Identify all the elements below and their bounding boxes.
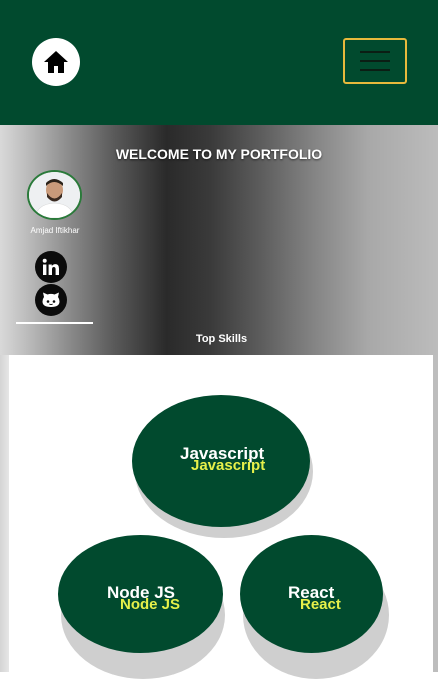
menu-bar-line	[360, 51, 390, 53]
panel-left-edge	[0, 355, 9, 672]
skill-react[interactable]: React React	[240, 535, 383, 653]
hamburger-menu-button[interactable]	[343, 38, 407, 84]
skills-panel: Javascript Javascript Node JS Node JS Re…	[9, 355, 433, 679]
skill-nodejs[interactable]: Node JS Node JS	[58, 535, 223, 653]
linkedin-link[interactable]	[35, 251, 67, 283]
github-link[interactable]	[35, 284, 67, 316]
skill-javascript[interactable]: Javascript Javascript	[132, 395, 310, 527]
home-button[interactable]	[32, 38, 80, 86]
skill-label-echo: Node JS	[120, 596, 181, 613]
profile-name: Amjad Iftikhar	[30, 226, 80, 235]
menu-bar-line	[360, 60, 390, 62]
skill-label-echo: Javascript	[191, 457, 266, 474]
home-icon	[44, 51, 68, 73]
menu-bar-line	[360, 69, 390, 71]
top-skills-heading: Top Skills	[195, 333, 248, 345]
welcome-heading: WELCOME TO MY PORTFOLIO	[115, 146, 323, 162]
linkedin-icon	[42, 258, 59, 275]
hero-divider	[16, 322, 93, 324]
github-icon	[42, 292, 60, 307]
panel-right-edge	[433, 355, 438, 672]
skill-label-echo: React	[300, 596, 341, 613]
profile-avatar	[27, 170, 82, 220]
